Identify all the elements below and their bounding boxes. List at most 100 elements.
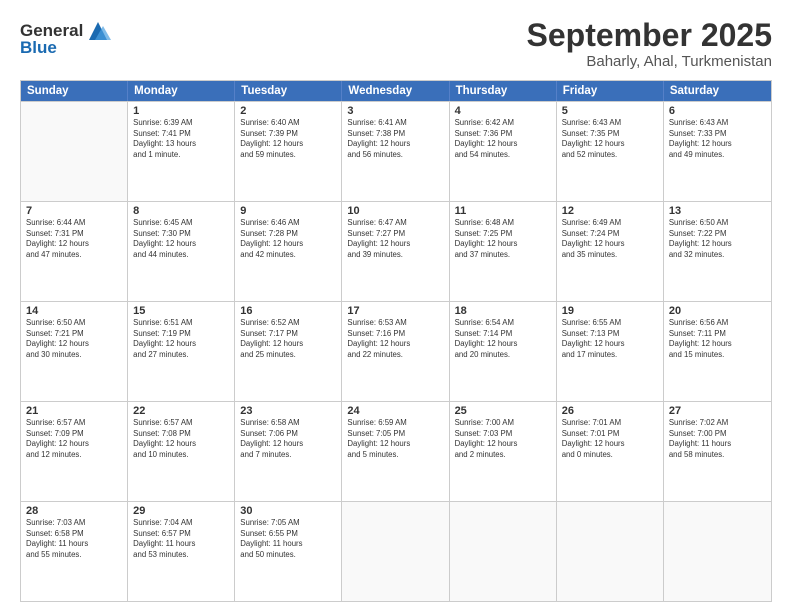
cell-day-number: 17 xyxy=(347,305,443,317)
location: Baharly, Ahal, Turkmenistan xyxy=(527,53,772,70)
cell-info: Sunrise: 6:58 AMSunset: 7:06 PMDaylight:… xyxy=(240,418,336,460)
cell-info: Sunrise: 6:57 AMSunset: 7:08 PMDaylight:… xyxy=(133,418,229,460)
cell-info: Sunrise: 6:54 AMSunset: 7:14 PMDaylight:… xyxy=(455,318,551,360)
table-row: 16Sunrise: 6:52 AMSunset: 7:17 PMDayligh… xyxy=(235,302,342,401)
cell-info: Sunrise: 6:52 AMSunset: 7:17 PMDaylight:… xyxy=(240,318,336,360)
header-day-monday: Monday xyxy=(128,81,235,101)
calendar-header: SundayMondayTuesdayWednesdayThursdayFrid… xyxy=(21,81,771,101)
cell-day-number: 25 xyxy=(455,405,551,417)
cell-day-number: 23 xyxy=(240,405,336,417)
cell-info: Sunrise: 6:49 AMSunset: 7:24 PMDaylight:… xyxy=(562,218,658,260)
table-row: 18Sunrise: 6:54 AMSunset: 7:14 PMDayligh… xyxy=(450,302,557,401)
cell-day-number: 19 xyxy=(562,305,658,317)
table-row xyxy=(342,502,449,601)
cell-day-number: 22 xyxy=(133,405,229,417)
cell-info: Sunrise: 6:46 AMSunset: 7:28 PMDaylight:… xyxy=(240,218,336,260)
logo-text: General Blue xyxy=(20,22,83,57)
page: General Blue September 2025 Baharly, Aha… xyxy=(0,0,792,612)
cell-info: Sunrise: 6:43 AMSunset: 7:33 PMDaylight:… xyxy=(669,118,766,160)
table-row: 21Sunrise: 6:57 AMSunset: 7:09 PMDayligh… xyxy=(21,402,128,501)
table-row xyxy=(21,102,128,201)
calendar-week-1: 1Sunrise: 6:39 AMSunset: 7:41 PMDaylight… xyxy=(21,101,771,201)
cell-info: Sunrise: 6:50 AMSunset: 7:21 PMDaylight:… xyxy=(26,318,122,360)
header-day-thursday: Thursday xyxy=(450,81,557,101)
cell-info: Sunrise: 6:47 AMSunset: 7:27 PMDaylight:… xyxy=(347,218,443,260)
table-row xyxy=(450,502,557,601)
cell-info: Sunrise: 7:02 AMSunset: 7:00 PMDaylight:… xyxy=(669,418,766,460)
cell-info: Sunrise: 6:55 AMSunset: 7:13 PMDaylight:… xyxy=(562,318,658,360)
cell-info: Sunrise: 6:56 AMSunset: 7:11 PMDaylight:… xyxy=(669,318,766,360)
header-right: September 2025 Baharly, Ahal, Turkmenist… xyxy=(527,18,772,70)
logo-blue: Blue xyxy=(20,39,83,58)
cell-day-number: 21 xyxy=(26,405,122,417)
header-day-tuesday: Tuesday xyxy=(235,81,342,101)
cell-info: Sunrise: 6:50 AMSunset: 7:22 PMDaylight:… xyxy=(669,218,766,260)
cell-day-number: 16 xyxy=(240,305,336,317)
cell-day-number: 7 xyxy=(26,205,122,217)
cell-day-number: 28 xyxy=(26,505,122,517)
cell-day-number: 13 xyxy=(669,205,766,217)
table-row: 17Sunrise: 6:53 AMSunset: 7:16 PMDayligh… xyxy=(342,302,449,401)
top-section: General Blue September 2025 Baharly, Aha… xyxy=(20,18,772,70)
table-row: 29Sunrise: 7:04 AMSunset: 6:57 PMDayligh… xyxy=(128,502,235,601)
cell-day-number: 10 xyxy=(347,205,443,217)
table-row: 7Sunrise: 6:44 AMSunset: 7:31 PMDaylight… xyxy=(21,202,128,301)
table-row xyxy=(664,502,771,601)
header-day-saturday: Saturday xyxy=(664,81,771,101)
table-row: 19Sunrise: 6:55 AMSunset: 7:13 PMDayligh… xyxy=(557,302,664,401)
cell-day-number: 14 xyxy=(26,305,122,317)
table-row: 14Sunrise: 6:50 AMSunset: 7:21 PMDayligh… xyxy=(21,302,128,401)
cell-info: Sunrise: 6:59 AMSunset: 7:05 PMDaylight:… xyxy=(347,418,443,460)
cell-info: Sunrise: 6:40 AMSunset: 7:39 PMDaylight:… xyxy=(240,118,336,160)
cell-day-number: 18 xyxy=(455,305,551,317)
table-row: 4Sunrise: 6:42 AMSunset: 7:36 PMDaylight… xyxy=(450,102,557,201)
cell-day-number: 26 xyxy=(562,405,658,417)
cell-day-number: 11 xyxy=(455,205,551,217)
table-row: 5Sunrise: 6:43 AMSunset: 7:35 PMDaylight… xyxy=(557,102,664,201)
table-row: 30Sunrise: 7:05 AMSunset: 6:55 PMDayligh… xyxy=(235,502,342,601)
cell-info: Sunrise: 6:48 AMSunset: 7:25 PMDaylight:… xyxy=(455,218,551,260)
cell-day-number: 8 xyxy=(133,205,229,217)
table-row: 26Sunrise: 7:01 AMSunset: 7:01 PMDayligh… xyxy=(557,402,664,501)
table-row xyxy=(557,502,664,601)
cell-info: Sunrise: 7:00 AMSunset: 7:03 PMDaylight:… xyxy=(455,418,551,460)
table-row: 28Sunrise: 7:03 AMSunset: 6:58 PMDayligh… xyxy=(21,502,128,601)
cell-info: Sunrise: 6:44 AMSunset: 7:31 PMDaylight:… xyxy=(26,218,122,260)
table-row: 24Sunrise: 6:59 AMSunset: 7:05 PMDayligh… xyxy=(342,402,449,501)
table-row: 8Sunrise: 6:45 AMSunset: 7:30 PMDaylight… xyxy=(128,202,235,301)
cell-day-number: 24 xyxy=(347,405,443,417)
cell-info: Sunrise: 6:51 AMSunset: 7:19 PMDaylight:… xyxy=(133,318,229,360)
cell-info: Sunrise: 6:42 AMSunset: 7:36 PMDaylight:… xyxy=(455,118,551,160)
table-row: 13Sunrise: 6:50 AMSunset: 7:22 PMDayligh… xyxy=(664,202,771,301)
logo-icon xyxy=(85,18,111,44)
table-row: 20Sunrise: 6:56 AMSunset: 7:11 PMDayligh… xyxy=(664,302,771,401)
cell-day-number: 6 xyxy=(669,105,766,117)
header-day-friday: Friday xyxy=(557,81,664,101)
cell-day-number: 12 xyxy=(562,205,658,217)
cell-day-number: 29 xyxy=(133,505,229,517)
header-day-sunday: Sunday xyxy=(21,81,128,101)
cell-day-number: 9 xyxy=(240,205,336,217)
cell-day-number: 1 xyxy=(133,105,229,117)
cell-day-number: 20 xyxy=(669,305,766,317)
cell-day-number: 4 xyxy=(455,105,551,117)
cell-info: Sunrise: 7:04 AMSunset: 6:57 PMDaylight:… xyxy=(133,518,229,560)
calendar-week-3: 14Sunrise: 6:50 AMSunset: 7:21 PMDayligh… xyxy=(21,301,771,401)
table-row: 10Sunrise: 6:47 AMSunset: 7:27 PMDayligh… xyxy=(342,202,449,301)
cell-day-number: 27 xyxy=(669,405,766,417)
cell-info: Sunrise: 6:57 AMSunset: 7:09 PMDaylight:… xyxy=(26,418,122,460)
cell-day-number: 3 xyxy=(347,105,443,117)
cell-info: Sunrise: 6:45 AMSunset: 7:30 PMDaylight:… xyxy=(133,218,229,260)
cell-info: Sunrise: 6:39 AMSunset: 7:41 PMDaylight:… xyxy=(133,118,229,160)
cell-info: Sunrise: 6:53 AMSunset: 7:16 PMDaylight:… xyxy=(347,318,443,360)
cell-day-number: 5 xyxy=(562,105,658,117)
table-row: 1Sunrise: 6:39 AMSunset: 7:41 PMDaylight… xyxy=(128,102,235,201)
table-row: 11Sunrise: 6:48 AMSunset: 7:25 PMDayligh… xyxy=(450,202,557,301)
table-row: 3Sunrise: 6:41 AMSunset: 7:38 PMDaylight… xyxy=(342,102,449,201)
table-row: 27Sunrise: 7:02 AMSunset: 7:00 PMDayligh… xyxy=(664,402,771,501)
calendar-week-5: 28Sunrise: 7:03 AMSunset: 6:58 PMDayligh… xyxy=(21,501,771,601)
cell-day-number: 2 xyxy=(240,105,336,117)
table-row: 23Sunrise: 6:58 AMSunset: 7:06 PMDayligh… xyxy=(235,402,342,501)
header-day-wednesday: Wednesday xyxy=(342,81,449,101)
table-row: 6Sunrise: 6:43 AMSunset: 7:33 PMDaylight… xyxy=(664,102,771,201)
